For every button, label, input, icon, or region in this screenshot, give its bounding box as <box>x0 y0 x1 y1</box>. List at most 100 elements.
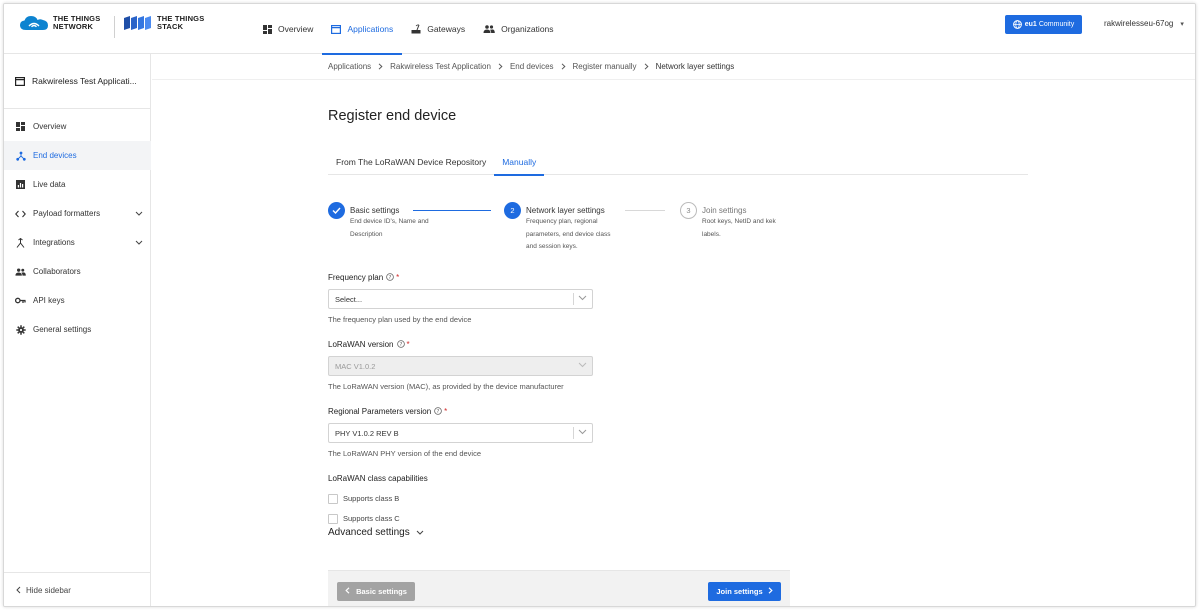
tab-device-repository[interactable]: From The LoRaWAN Device Repository <box>328 149 494 175</box>
step-title: Network layer settings <box>526 206 605 215</box>
people-icon <box>15 268 26 276</box>
chevron-down-icon <box>578 295 587 301</box>
step-join-settings: 3 Join settings Root keys, NetID and kek… <box>680 202 792 241</box>
sidebar-item-payload-formatters[interactable]: Payload formatters <box>4 199 151 228</box>
organizations-icon <box>483 25 495 33</box>
ttn-logo[interactable]: THE THINGS NETWORK <box>19 15 100 31</box>
supports-class-c-checkbox[interactable] <box>328 513 338 524</box>
supports-class-c-row[interactable]: Supports class C <box>328 513 598 524</box>
supports-class-c-label: Supports class C <box>343 514 400 523</box>
sidebar-item-label: API keys <box>33 296 65 305</box>
globe-icon <box>1012 20 1022 29</box>
chevron-down-icon <box>578 429 587 435</box>
sidebar-item-label: Live data <box>33 180 66 189</box>
cluster-community-button[interactable]: eu1 Community <box>1005 15 1082 34</box>
sidebar-item-collaborators[interactable]: Collaborators <box>4 257 151 286</box>
class-capabilities-field: LoRaWAN class capabilities Supports clas… <box>328 472 598 524</box>
tab-manually[interactable]: Manually <box>494 149 545 176</box>
advanced-settings-toggle[interactable]: Advanced settings <box>328 527 424 538</box>
breadcrumb-item[interactable]: End devices <box>510 62 554 71</box>
sidebar-item-label: Overview <box>33 122 67 131</box>
regional-parameters-label: Regional Parameters version <box>328 406 432 416</box>
regional-parameters-value: PHY V1.0.2 REV B <box>335 428 399 438</box>
help-icon[interactable]: ? <box>386 273 394 281</box>
svg-text:?: ? <box>437 409 440 415</box>
sidebar-item-general-settings[interactable]: General settings <box>4 315 151 344</box>
chevron-down-icon <box>578 362 587 368</box>
nav-gateways[interactable]: Gateways <box>402 4 474 54</box>
step-connector <box>625 210 665 211</box>
nav-applications[interactable]: Applications <box>322 4 403 55</box>
tts-logo[interactable]: THE THINGS STACK <box>123 15 204 31</box>
devices-icon <box>15 151 26 161</box>
sidebar-app-title[interactable]: Rakwireless Test Applicati... <box>4 54 151 109</box>
chevron-down-icon <box>416 530 424 535</box>
help-icon[interactable]: ? <box>396 340 405 348</box>
frequency-plan-description: The frequency plan used by the end devic… <box>328 315 472 324</box>
sidebar-menu: Overview End devices Live data Payload f… <box>4 112 151 344</box>
back-button-label: Basic settings <box>356 587 407 596</box>
username: rakwirelesseu-67og <box>1104 19 1174 28</box>
registration-tabs: From The LoRaWAN Device Repository Manua… <box>328 149 1028 176</box>
step-description: End device ID's, Name and Description <box>350 218 429 238</box>
tts-logo-line2: STACK <box>157 22 184 31</box>
sidebar-item-label: End devices <box>33 151 77 160</box>
sidebar-item-integrations[interactable]: Integrations <box>4 228 151 257</box>
frequency-plan-select[interactable]: Select... <box>328 289 593 309</box>
community-label: Community <box>1038 21 1075 28</box>
lorawan-version-field: LoRaWAN version ? * MAC V1.0.2 The LoRaW… <box>328 338 598 392</box>
regional-parameters-select[interactable]: PHY V1.0.2 REV B <box>328 423 593 443</box>
step-basic-settings: Basic settings End device ID's, Name and… <box>328 202 440 241</box>
progress-stepper: Basic settings End device ID's, Name and… <box>328 202 808 258</box>
next-button[interactable]: Join settings <box>708 582 781 601</box>
caret-down-icon: ▾ <box>1180 20 1184 28</box>
dashboard-icon <box>263 24 272 34</box>
key-icon <box>15 297 26 304</box>
nav-organizations[interactable]: Organizations <box>474 4 562 54</box>
step-number: 2 <box>504 202 521 219</box>
application-icon <box>331 24 342 34</box>
help-icon[interactable]: ? <box>434 407 442 415</box>
supports-class-b-checkbox[interactable] <box>328 493 338 504</box>
nav-organizations-label: Organizations <box>501 24 554 34</box>
breadcrumb-current: Network layer settings <box>655 62 735 71</box>
sidebar-item-label: Payload formatters <box>33 209 101 218</box>
chevron-right-icon <box>644 63 649 70</box>
main-content: Applications Rakwireless Test Applicatio… <box>152 54 1195 606</box>
chart-icon <box>15 180 26 189</box>
breadcrumb-item[interactable]: Rakwireless Test Application <box>390 62 491 71</box>
sidebar-item-api-keys[interactable]: API keys <box>4 286 151 315</box>
top-navbar: THE THINGS NETWORK THE THINGS STACK Over… <box>4 4 1195 55</box>
regional-parameters-field: Regional Parameters version ? * PHY V1.0… <box>328 405 598 459</box>
gateway-icon <box>411 24 421 34</box>
svg-text:?: ? <box>399 342 402 348</box>
breadcrumb-item[interactable]: Register manually <box>573 62 637 71</box>
sidebar-item-label: Collaborators <box>33 267 81 276</box>
sidebar-item-end-devices[interactable]: End devices <box>4 141 151 170</box>
step-title: Join settings <box>702 206 747 215</box>
form-footer: Basic settings Join settings <box>328 570 790 606</box>
chevron-left-icon <box>16 586 21 596</box>
nav-overview[interactable]: Overview <box>254 4 322 54</box>
next-button-label: Join settings <box>716 587 763 596</box>
supports-class-b-label: Supports class B <box>343 494 400 503</box>
sidebar-item-live-data[interactable]: Live data <box>4 170 151 199</box>
sidebar-item-overview[interactable]: Overview <box>4 112 151 141</box>
hide-sidebar-button[interactable]: Hide sidebar <box>4 572 151 606</box>
chevron-left-icon <box>345 587 350 596</box>
step-title: Basic settings <box>350 206 400 215</box>
supports-class-b-row[interactable]: Supports class B <box>328 493 598 504</box>
breadcrumb-item[interactable]: Applications <box>328 62 371 71</box>
nav-overview-label: Overview <box>278 24 314 34</box>
integration-icon <box>15 237 26 248</box>
dashboard-icon <box>15 122 26 131</box>
back-button[interactable]: Basic settings <box>337 582 415 601</box>
chevron-right-icon <box>498 63 503 70</box>
select-divider <box>573 293 574 305</box>
sidebar: Rakwireless Test Applicati... Overview E… <box>4 54 151 606</box>
chevron-right-icon <box>768 587 773 596</box>
user-menu[interactable]: rakwirelesseu-67og ▾ <box>1104 19 1184 28</box>
gear-icon <box>15 324 26 335</box>
select-divider <box>573 427 574 439</box>
logo-divider <box>114 16 115 38</box>
